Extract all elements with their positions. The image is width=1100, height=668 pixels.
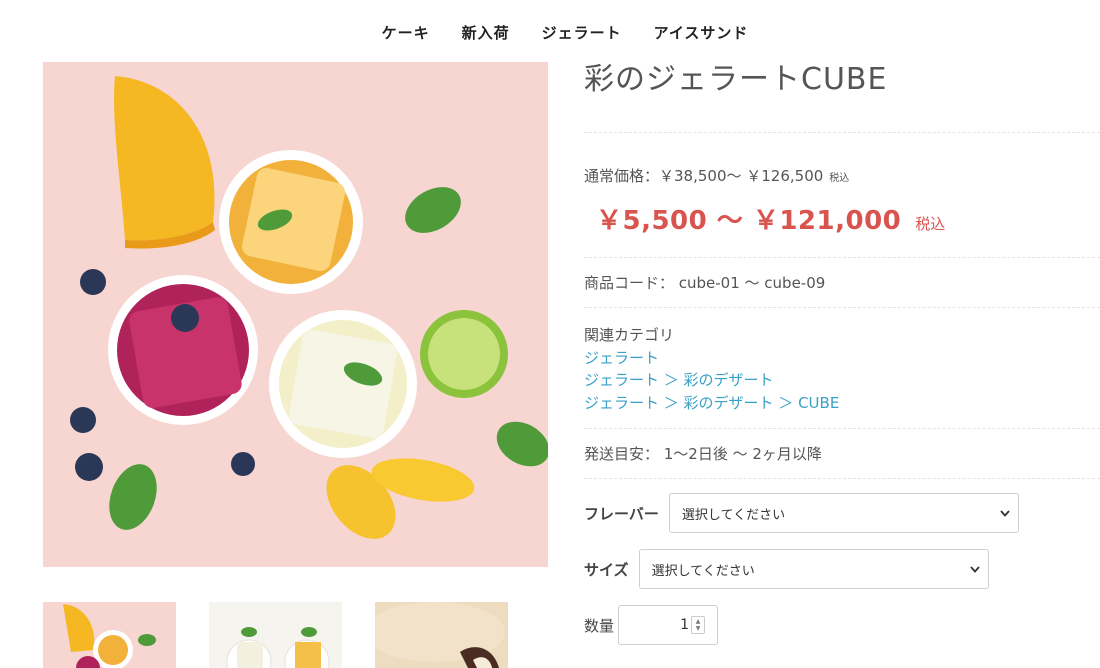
thumbnail-1[interactable]: [43, 602, 176, 668]
quantity-row: 数量 1 ▲ ▼: [584, 605, 1100, 645]
chevron-down-icon: [969, 562, 980, 577]
shipping-estimate: 発送目安： 1〜2日後 〜 2ヶ月以降: [584, 445, 822, 463]
product-main-image[interactable]: [43, 62, 548, 567]
product-title: 彩のジェラートCUBE: [584, 62, 888, 97]
thumbnail-image: [43, 602, 176, 668]
spinner-icon[interactable]: ▲ ▼: [691, 616, 706, 634]
thumbnail-list: [43, 602, 508, 668]
chevron-down-icon: [1000, 506, 1010, 521]
nav-item-new[interactable]: 新入荷: [462, 22, 510, 43]
gelato-photo: [43, 62, 548, 567]
nav-item-ice-sandwich[interactable]: アイスサンド: [654, 22, 749, 43]
size-select-value: 選択してください: [651, 563, 755, 579]
flavor-select[interactable]: 選択してください: [668, 493, 1019, 533]
thumbnail-3[interactable]: [375, 602, 508, 668]
category-heading: 関連カテゴリ: [584, 326, 675, 344]
sale-price-amount: ￥5,500 〜 ￥121,000: [596, 206, 902, 236]
regular-price-text: 通常価格：￥38,500〜 ￥126,500: [584, 167, 824, 185]
related-categories: 関連カテゴリ ジェラート ジェラート ＞ 彩のデザート ジェラート ＞ 彩のデザ…: [584, 308, 1100, 428]
product-code: 商品コード： cube-01 〜 cube-09: [584, 274, 826, 292]
quantity-stepper[interactable]: 1 ▲ ▼: [618, 605, 719, 645]
category-link-cube[interactable]: ジェラート ＞ 彩のデザート ＞ CUBE: [584, 392, 1100, 415]
size-select[interactable]: 選択してください: [638, 549, 989, 589]
regular-price: 通常価格：￥38,500〜 ￥126,500 税込: [584, 165, 1100, 186]
sale-price: ￥5,500 〜 ￥121,000 税込: [584, 200, 1100, 237]
thumbnail-image: [375, 602, 508, 668]
thumbnail-2[interactable]: [209, 602, 342, 668]
product-info: 彩のジェラートCUBE 通常価格：￥38,500〜 ￥126,500 税込 ￥5,…: [584, 60, 1100, 645]
quantity-value: 1: [680, 617, 690, 633]
thumbnail-image: [209, 602, 342, 668]
divider: [584, 478, 1100, 479]
divider: [584, 132, 1100, 133]
size-option: サイズ 選択してください: [584, 549, 1100, 589]
category-link-gelato[interactable]: ジェラート: [584, 347, 1100, 370]
quantity-label: 数量: [584, 616, 615, 635]
regular-tax-label: 税込: [829, 173, 850, 184]
nav-item-gelato[interactable]: ジェラート: [542, 22, 622, 43]
sale-tax-label: 税込: [915, 215, 946, 233]
size-label: サイズ: [584, 560, 629, 579]
category-link-irodori[interactable]: ジェラート ＞ 彩のデザート: [584, 369, 1100, 392]
flavor-label: フレーバー: [584, 504, 659, 523]
flavor-select-value: 選択してください: [681, 507, 786, 523]
top-nav: ケーキ 新入荷 ジェラート アイスサンド: [0, 22, 1100, 43]
nav-item-cake[interactable]: ケーキ: [382, 22, 430, 43]
flavor-option: フレーバー 選択してください: [584, 493, 1100, 533]
